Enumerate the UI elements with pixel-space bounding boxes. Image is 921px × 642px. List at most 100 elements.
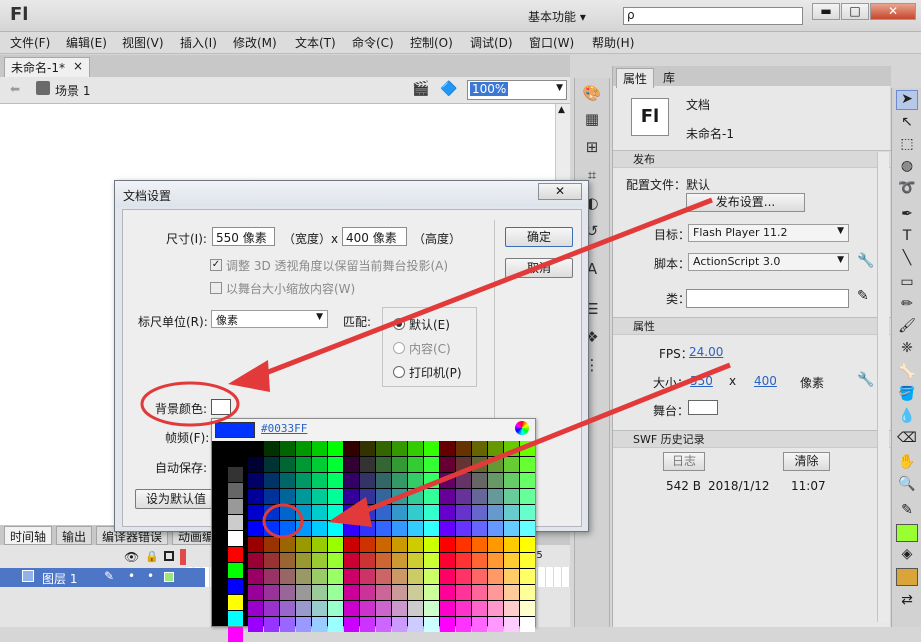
swatch-cell[interactable]: [440, 441, 455, 456]
back-arrow-icon[interactable]: ⬅: [10, 82, 20, 96]
swatch-cell[interactable]: [440, 585, 455, 600]
edit-scene-icon[interactable]: 🎬: [412, 81, 429, 97]
swatch-cell[interactable]: [488, 521, 503, 536]
swatch-cell[interactable]: [360, 489, 375, 504]
script-select[interactable]: ActionScript 3.0 ▼: [688, 253, 849, 271]
swatch-cell[interactable]: [280, 457, 295, 472]
swatch-cell[interactable]: [504, 617, 519, 632]
grid-icon[interactable]: ▦: [581, 110, 603, 130]
ok-button[interactable]: 确定: [505, 227, 573, 247]
swatch-cell[interactable]: [376, 441, 391, 456]
swatch-cell[interactable]: [296, 553, 311, 568]
swatch-cell[interactable]: [264, 553, 279, 568]
swatch-cell[interactable]: [472, 617, 487, 632]
swatch-cell[interactable]: [376, 505, 391, 520]
swatch-cell[interactable]: [456, 505, 471, 520]
subselection-tool-icon[interactable]: ↖: [896, 114, 918, 134]
swatch-cell[interactable]: [312, 537, 327, 552]
width-input[interactable]: 550 像素: [212, 227, 275, 246]
zoom-tool-icon[interactable]: 🔍: [896, 476, 918, 496]
swatch-cell[interactable]: [360, 473, 375, 488]
swatch-cell[interactable]: [248, 617, 263, 632]
swatch-cell[interactable]: [424, 457, 439, 472]
swatch-cell[interactable]: [424, 553, 439, 568]
swatch-cell[interactable]: [472, 473, 487, 488]
properties-scrollbar[interactable]: [877, 152, 889, 622]
stroke-swatch[interactable]: [896, 524, 918, 542]
swatch-cell[interactable]: [488, 569, 503, 584]
stroke-color-icon[interactable]: ✎: [896, 502, 918, 522]
swatch-base-color[interactable]: [228, 563, 243, 578]
swatch-cell[interactable]: [312, 457, 327, 472]
swatch-cell[interactable]: [328, 489, 343, 504]
swatch-cell[interactable]: [264, 441, 279, 456]
swatch-cell[interactable]: [360, 617, 375, 632]
swatch-base-color[interactable]: [228, 579, 243, 594]
menu-help[interactable]: 帮助(H): [592, 34, 634, 51]
menu-commands[interactable]: 命令(C): [352, 34, 394, 51]
swatch-cell[interactable]: [248, 601, 263, 616]
swatch-cell[interactable]: [296, 521, 311, 536]
dialog-close-button[interactable]: ✕: [538, 183, 582, 200]
scroll-up-icon[interactable]: ▲: [558, 105, 565, 115]
hand-tool-icon[interactable]: ✋: [896, 454, 918, 474]
swatch-cell[interactable]: [280, 585, 295, 600]
swatch-cell[interactable]: [392, 585, 407, 600]
tab-timeline[interactable]: 时间轴: [4, 526, 53, 545]
eyedropper-tool-icon[interactable]: 💧: [896, 408, 918, 428]
pen-tool-icon[interactable]: ✒: [896, 206, 918, 226]
swatch-cell[interactable]: [392, 489, 407, 504]
swatch-cell[interactable]: [488, 473, 503, 488]
swatch-cell[interactable]: [440, 569, 455, 584]
swatch-cell[interactable]: [344, 553, 359, 568]
wrench-icon[interactable]: 🔧: [857, 253, 874, 269]
swatch-cell[interactable]: [504, 505, 519, 520]
lock-icon[interactable]: 🔒: [145, 550, 159, 563]
swatch-cell[interactable]: [472, 521, 487, 536]
pencil-edit-icon[interactable]: ✎: [857, 288, 869, 304]
publish-settings-button[interactable]: 发布设置...: [686, 193, 805, 212]
swatch-cell[interactable]: [264, 473, 279, 488]
menu-modify[interactable]: 修改(M): [233, 34, 277, 51]
swatch-cell[interactable]: [488, 617, 503, 632]
match-content-radio[interactable]: [393, 342, 405, 354]
swatch-base-color[interactable]: [228, 467, 243, 482]
swatch-cell[interactable]: [360, 569, 375, 584]
swatch-cell[interactable]: [344, 569, 359, 584]
swatch-cell[interactable]: [392, 553, 407, 568]
swatch-cell[interactable]: [312, 601, 327, 616]
menu-file[interactable]: 文件(F): [10, 34, 50, 51]
swatch-cell[interactable]: [408, 457, 423, 472]
swatch-cell[interactable]: [264, 585, 279, 600]
swatch-cell[interactable]: [520, 569, 535, 584]
swatch-cell[interactable]: [504, 585, 519, 600]
tab-document[interactable]: 未命名-1* ×: [4, 57, 90, 77]
swatch-cell[interactable]: [472, 537, 487, 552]
swatch-cell[interactable]: [472, 457, 487, 472]
swatch-base-color[interactable]: [228, 531, 243, 546]
swatch-cell[interactable]: [440, 521, 455, 536]
fill-swatch[interactable]: [896, 568, 918, 586]
tab-library[interactable]: 库: [657, 68, 681, 87]
fill-color-icon[interactable]: ◈: [896, 546, 918, 566]
swatch-base-color[interactable]: [228, 595, 243, 610]
swatch-cell[interactable]: [344, 585, 359, 600]
log-button[interactable]: 日志: [663, 452, 705, 471]
bone-tool-icon[interactable]: 🦴: [896, 364, 918, 384]
swatch-cell[interactable]: [248, 473, 263, 488]
menu-view[interactable]: 视图(V): [122, 34, 164, 51]
swatch-cell[interactable]: [488, 585, 503, 600]
swatch-cell[interactable]: [344, 521, 359, 536]
swatch-cell[interactable]: [456, 569, 471, 584]
swatch-cell[interactable]: [280, 601, 295, 616]
swatch-cell[interactable]: [312, 585, 327, 600]
swatch-cell[interactable]: [280, 537, 295, 552]
swatch-cell[interactable]: [504, 553, 519, 568]
swatch-cell[interactable]: [248, 585, 263, 600]
swatch-base-color[interactable]: [228, 611, 243, 626]
swatch-cell[interactable]: [344, 489, 359, 504]
swatch-cell[interactable]: [392, 569, 407, 584]
swatch-cell[interactable]: [504, 569, 519, 584]
publish-section-header[interactable]: 发布: [613, 150, 891, 168]
swatch-cell[interactable]: [456, 473, 471, 488]
